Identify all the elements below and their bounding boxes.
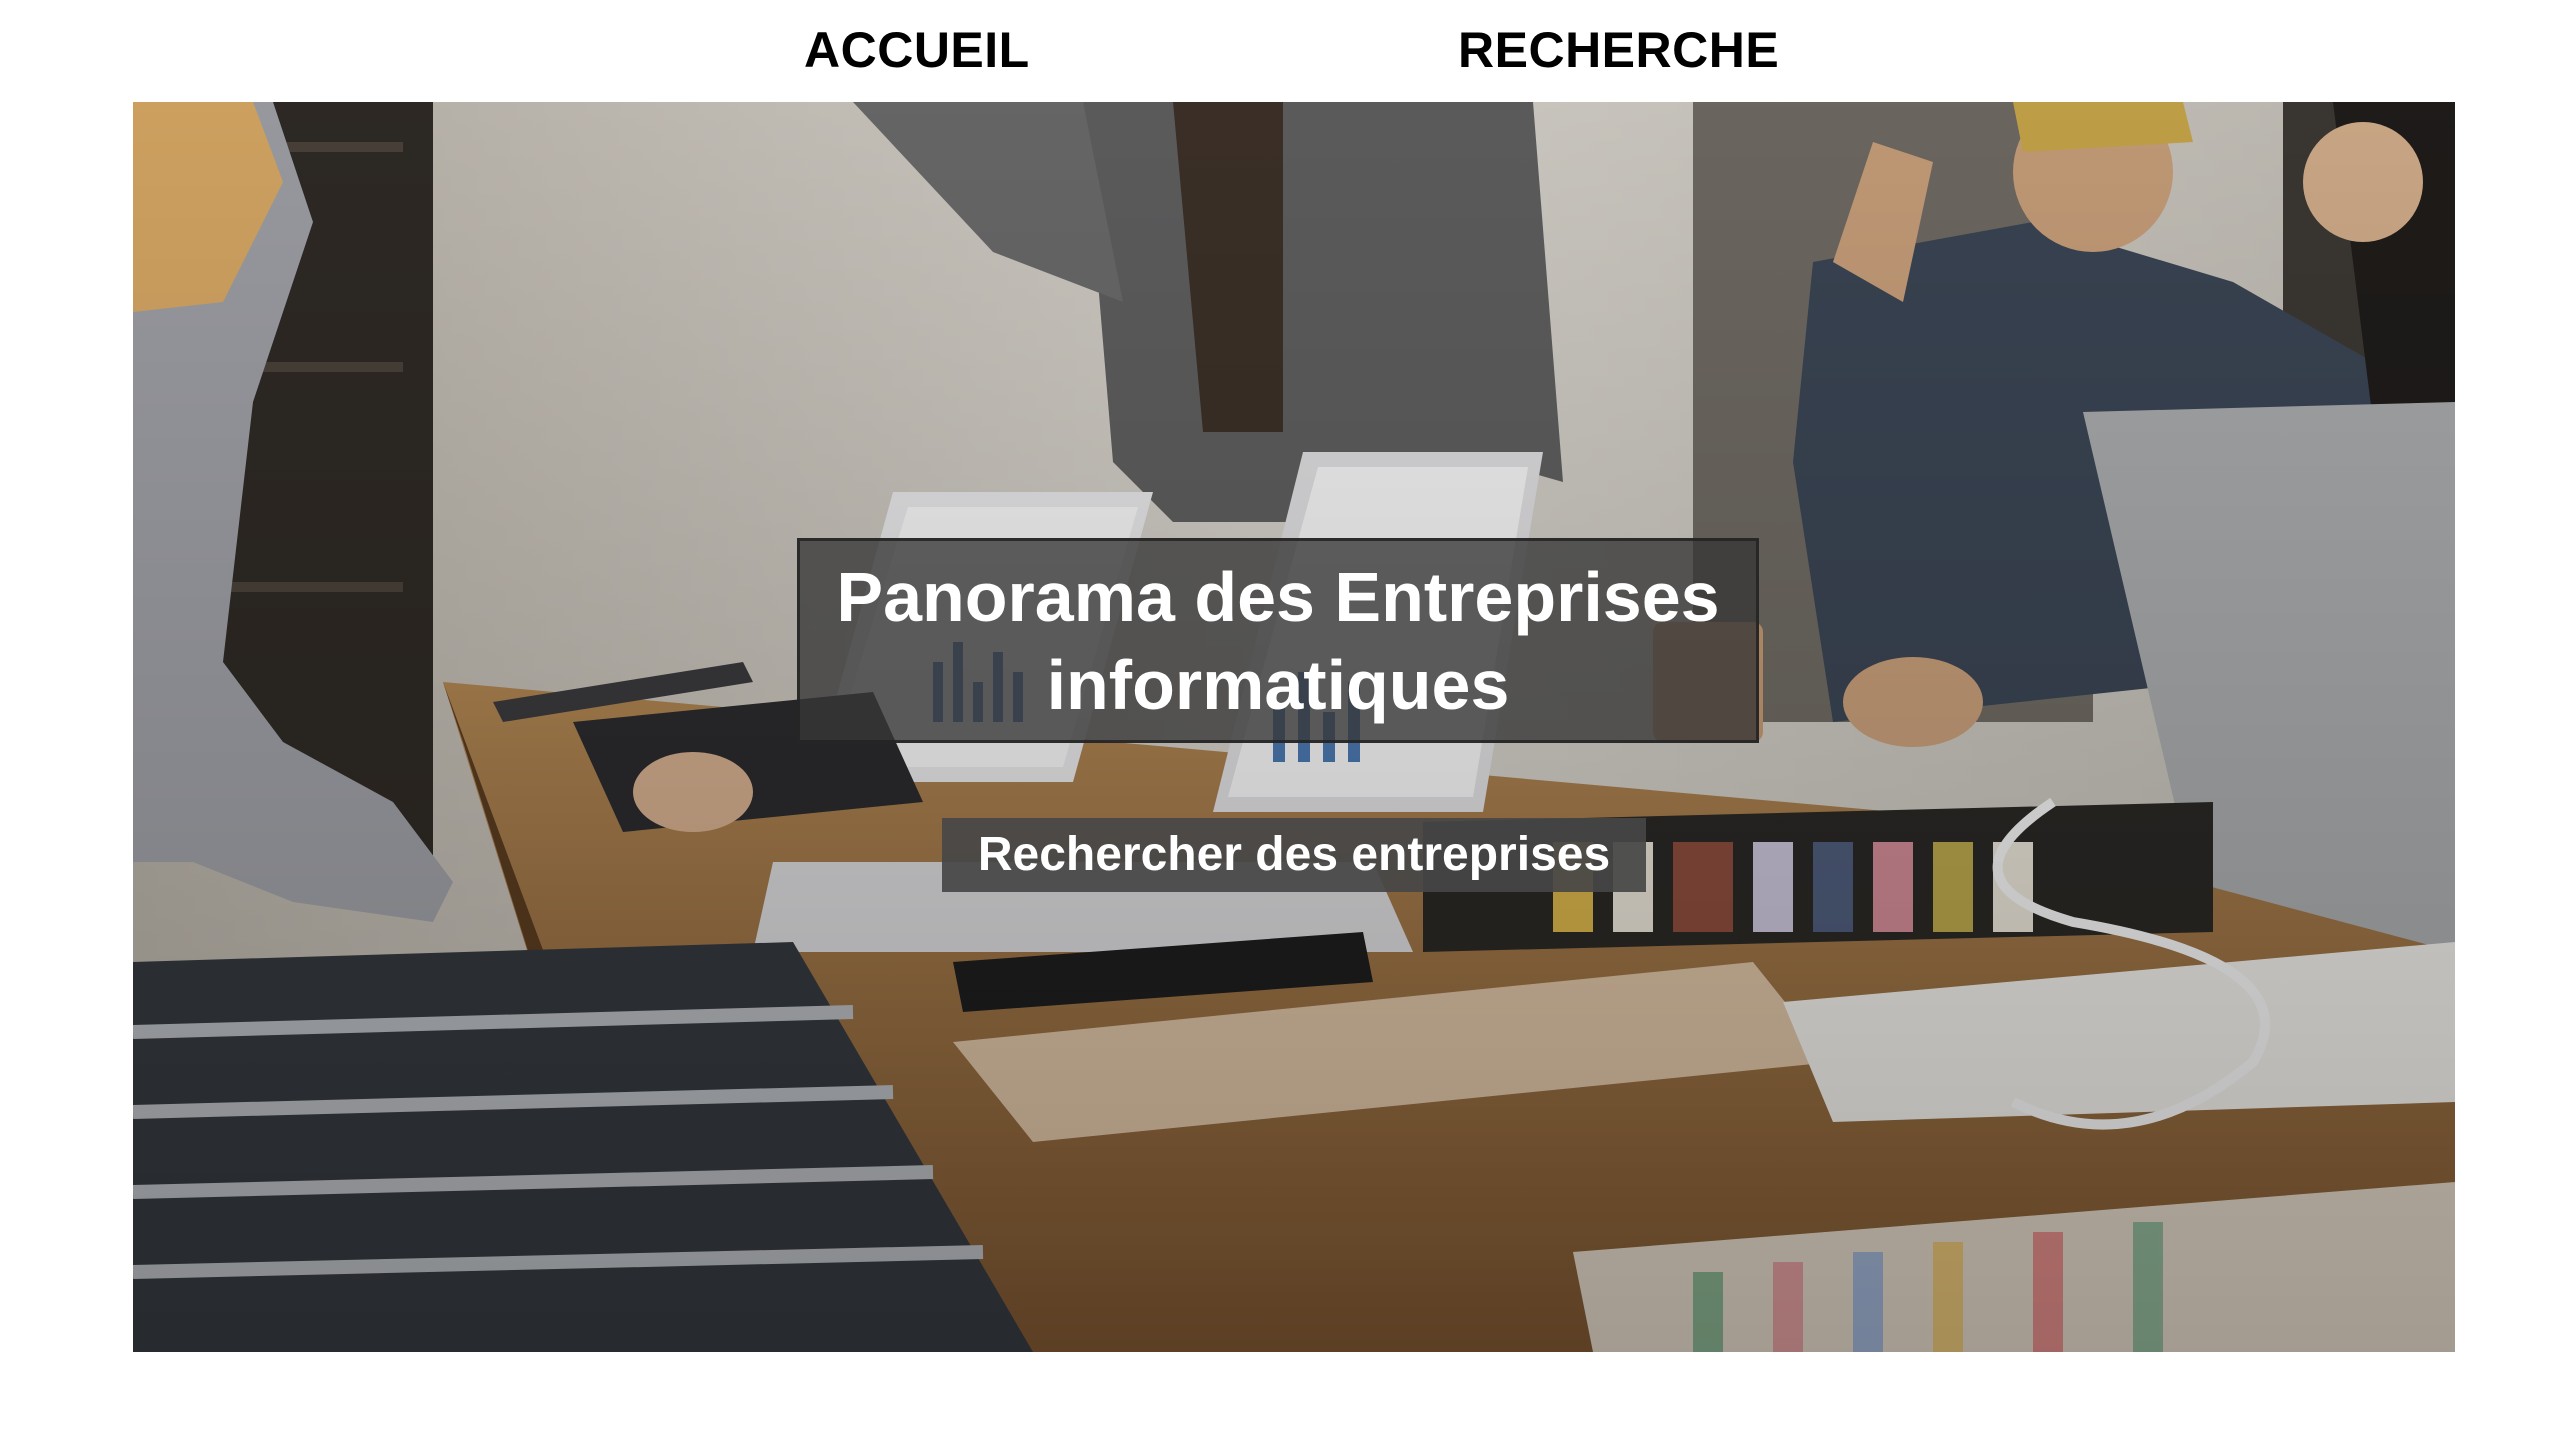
hero-title-box: Panorama des Entreprises informatiques bbox=[797, 538, 1759, 743]
top-nav: ACCUEIL RECHERCHE bbox=[0, 0, 2560, 100]
nav-home-link[interactable]: ACCUEIL bbox=[804, 22, 1030, 78]
page: ACCUEIL RECHERCHE Panorama des Entrepris… bbox=[0, 0, 2560, 1440]
nav-search-link[interactable]: RECHERCHE bbox=[1458, 22, 1779, 78]
hero-title: Panorama des Entreprises informatiques bbox=[836, 557, 1720, 724]
hero-banner: Panorama des Entreprises informatiques R… bbox=[133, 102, 2455, 1352]
search-companies-button[interactable]: Rechercher des entreprises bbox=[942, 818, 1646, 892]
